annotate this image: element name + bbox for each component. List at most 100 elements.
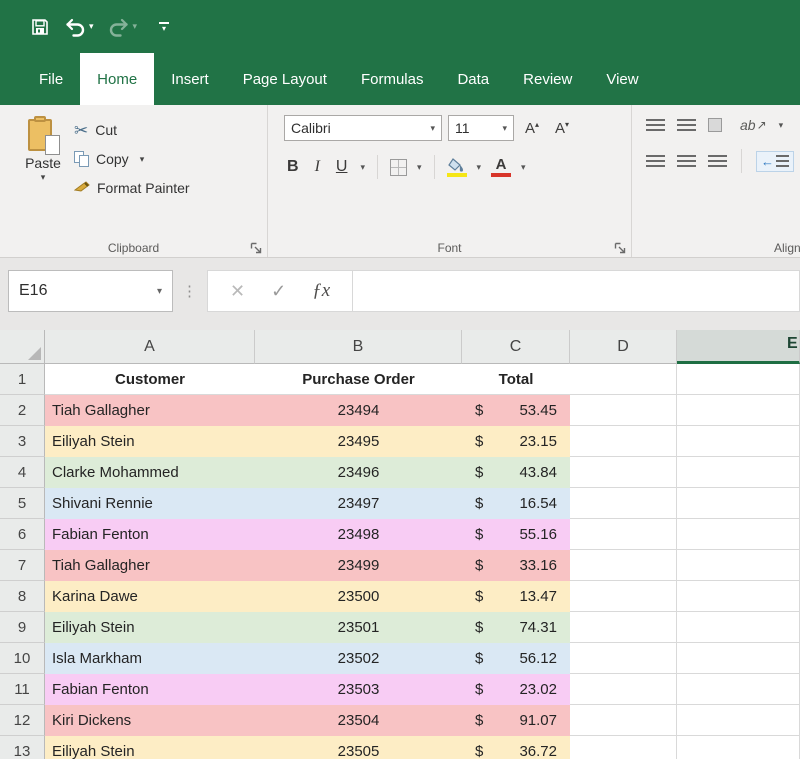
cell-customer[interactable]: Fabian Fenton bbox=[45, 674, 255, 705]
cell-empty[interactable] bbox=[677, 364, 800, 395]
cell-total[interactable]: $13.47 bbox=[462, 581, 570, 612]
row-header[interactable]: 7 bbox=[0, 550, 45, 581]
formula-input[interactable] bbox=[353, 270, 800, 312]
enter-icon[interactable]: ✓ bbox=[271, 281, 286, 302]
font-color-dropdown-icon[interactable]: ▾ bbox=[521, 162, 526, 173]
cell-empty[interactable] bbox=[570, 705, 677, 736]
align-right-button[interactable] bbox=[708, 155, 727, 168]
cell-empty[interactable] bbox=[570, 488, 677, 519]
bold-button[interactable]: B bbox=[284, 158, 302, 176]
tab-file[interactable]: File bbox=[22, 53, 80, 105]
middle-align-button[interactable] bbox=[677, 119, 696, 132]
font-size-dropdown-icon[interactable]: ▾ bbox=[502, 123, 507, 134]
cell-empty[interactable] bbox=[570, 519, 677, 550]
cell-total[interactable]: $43.84 bbox=[462, 457, 570, 488]
font-size-combobox[interactable]: 11 ▾ bbox=[448, 115, 514, 141]
underline-dropdown-icon[interactable]: ▾ bbox=[360, 162, 365, 173]
clipboard-dialog-launcher-icon[interactable] bbox=[250, 242, 262, 254]
format-painter-button[interactable]: Format Painter bbox=[74, 177, 190, 199]
cell-customer[interactable]: Kiri Dickens bbox=[45, 705, 255, 736]
cell-empty[interactable] bbox=[570, 457, 677, 488]
cell-empty[interactable] bbox=[677, 705, 800, 736]
cell-purchase-order[interactable]: 23499 bbox=[255, 550, 462, 581]
row-header[interactable]: 11 bbox=[0, 674, 45, 705]
row-header[interactable]: 1 bbox=[0, 364, 45, 395]
column-header-b[interactable]: B bbox=[255, 330, 462, 364]
cell-purchase-order[interactable]: 23500 bbox=[255, 581, 462, 612]
cell-empty[interactable] bbox=[677, 550, 800, 581]
cell-purchase-order[interactable]: 23497 bbox=[255, 488, 462, 519]
italic-button[interactable]: I bbox=[312, 158, 323, 176]
cell-purchase-order[interactable]: 23504 bbox=[255, 705, 462, 736]
cell-purchase-order[interactable]: 23503 bbox=[255, 674, 462, 705]
cell-customer[interactable]: Tiah Gallagher bbox=[45, 550, 255, 581]
underline-button[interactable]: U bbox=[333, 158, 351, 176]
row-header[interactable]: 9 bbox=[0, 612, 45, 643]
cell-customer[interactable]: Karina Dawe bbox=[45, 581, 255, 612]
cell-empty[interactable] bbox=[677, 426, 800, 457]
select-all-corner[interactable] bbox=[0, 330, 45, 364]
cell-empty[interactable] bbox=[570, 674, 677, 705]
redo-dropdown-icon[interactable]: ▾ bbox=[133, 21, 138, 32]
align-left-button[interactable] bbox=[646, 155, 665, 168]
center-button[interactable] bbox=[677, 155, 696, 168]
cell-total[interactable]: $91.07 bbox=[462, 705, 570, 736]
borders-dropdown-icon[interactable]: ▾ bbox=[417, 162, 422, 173]
font-name-dropdown-icon[interactable]: ▾ bbox=[430, 123, 435, 134]
customize-quick-access-toolbar-icon[interactable]: ▾ bbox=[159, 22, 169, 32]
cell-total-header[interactable]: Total bbox=[462, 364, 570, 395]
font-color-button[interactable]: A bbox=[491, 157, 511, 177]
cell-total[interactable]: $16.54 bbox=[462, 488, 570, 519]
row-header[interactable]: 8 bbox=[0, 581, 45, 612]
cell-purchase-order[interactable]: 23496 bbox=[255, 457, 462, 488]
decrease-font-size-button[interactable]: A▾ bbox=[550, 120, 574, 137]
cell-empty[interactable] bbox=[570, 395, 677, 426]
row-header[interactable]: 12 bbox=[0, 705, 45, 736]
cell-total[interactable]: $55.16 bbox=[462, 519, 570, 550]
cell-purchase-order[interactable]: 23495 bbox=[255, 426, 462, 457]
cell-total[interactable]: $23.15 bbox=[462, 426, 570, 457]
tab-view[interactable]: View bbox=[589, 53, 655, 105]
cell-purchase-order[interactable]: 23498 bbox=[255, 519, 462, 550]
cell-empty[interactable] bbox=[677, 674, 800, 705]
font-name-combobox[interactable]: Calibri ▾ bbox=[284, 115, 442, 141]
paste-button[interactable]: Paste ▾ bbox=[12, 113, 74, 257]
cell-purchase-order[interactable]: 23505 bbox=[255, 736, 462, 759]
cell-total[interactable]: $36.72 bbox=[462, 736, 570, 759]
cell-purchase-order[interactable]: 23501 bbox=[255, 612, 462, 643]
cell-total[interactable]: $74.31 bbox=[462, 612, 570, 643]
font-dialog-launcher-icon[interactable] bbox=[614, 242, 626, 254]
borders-button[interactable] bbox=[390, 159, 407, 176]
column-header-d[interactable]: D bbox=[570, 330, 677, 364]
column-header-a[interactable]: A bbox=[45, 330, 255, 364]
row-header[interactable]: 10 bbox=[0, 643, 45, 674]
cell-customer[interactable]: Eiliyah Stein bbox=[45, 426, 255, 457]
cell-empty[interactable] bbox=[570, 736, 677, 759]
orientation-button[interactable]: ab↗ bbox=[740, 117, 767, 133]
cell-empty[interactable] bbox=[570, 643, 677, 674]
cell-empty[interactable] bbox=[570, 612, 677, 643]
row-header[interactable]: 13 bbox=[0, 736, 45, 759]
cell-empty[interactable] bbox=[570, 364, 677, 395]
tab-home[interactable]: Home bbox=[80, 53, 154, 105]
cell-empty[interactable] bbox=[677, 519, 800, 550]
cell-empty[interactable] bbox=[677, 395, 800, 426]
undo-button[interactable]: ▾ bbox=[64, 17, 94, 37]
tab-data[interactable]: Data bbox=[440, 53, 506, 105]
cell-purchase-order[interactable]: 23494 bbox=[255, 395, 462, 426]
cell-total[interactable]: $56.12 bbox=[462, 643, 570, 674]
bottom-align-button[interactable] bbox=[708, 118, 722, 132]
undo-dropdown-icon[interactable]: ▾ bbox=[89, 21, 94, 32]
cell-empty[interactable] bbox=[570, 550, 677, 581]
name-box-dropdown-icon[interactable]: ▾ bbox=[157, 286, 162, 297]
fill-color-button[interactable] bbox=[447, 158, 467, 177]
cell-purchase-order-header[interactable]: Purchase Order bbox=[255, 364, 462, 395]
row-header[interactable]: 5 bbox=[0, 488, 45, 519]
orientation-dropdown-icon[interactable]: ▾ bbox=[779, 120, 784, 131]
cell-total[interactable]: $33.16 bbox=[462, 550, 570, 581]
increase-font-size-button[interactable]: A▴ bbox=[520, 120, 544, 137]
cell-empty[interactable] bbox=[570, 426, 677, 457]
cell-customer[interactable]: Fabian Fenton bbox=[45, 519, 255, 550]
row-header[interactable]: 3 bbox=[0, 426, 45, 457]
cell-customer[interactable]: Shivani Rennie bbox=[45, 488, 255, 519]
